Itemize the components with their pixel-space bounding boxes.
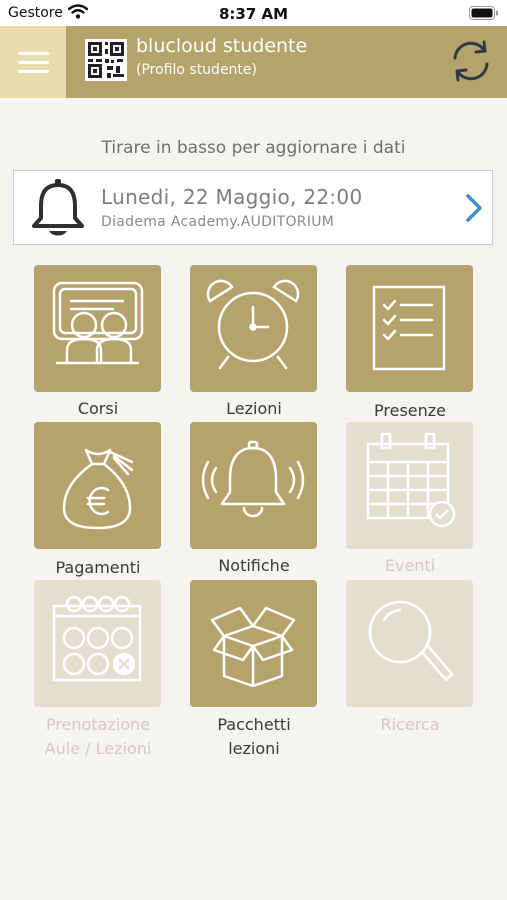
tile-label-pacchetti-line1: Pacchetti [217, 715, 291, 734]
checklist-icon [372, 285, 446, 371]
hamburger-line [18, 70, 49, 73]
tile-label-ricerca: Ricerca [380, 715, 440, 734]
tile-label-lezioni: Lezioni [226, 399, 282, 418]
money-bag-icon [62, 448, 134, 530]
tile-ricerca [346, 580, 473, 707]
battery-icon [469, 6, 498, 20]
status-bar: Gestore 8:37 AM [0, 0, 507, 26]
tile-lezioni[interactable] [190, 265, 317, 392]
tile-presenze[interactable] [346, 265, 473, 392]
app-title: blucloud studente [136, 35, 308, 57]
tile-label-presenze: Presenze [374, 401, 446, 420]
profile-subtitle: (Profilo studente) [136, 62, 257, 78]
chevron-right-icon[interactable] [464, 193, 484, 223]
tile-label-prenotazione: Prenotazione Aule / Lezioni [18, 713, 178, 761]
pull-to-refresh-hint: Tirare in basso per aggiornare i dati [101, 138, 406, 158]
clock: 8:37 AM [218, 5, 289, 23]
hamburger-icon [18, 52, 49, 55]
event-location: Diadema Academy.AUDITORIUM [101, 214, 335, 230]
alarm-clock-icon [206, 279, 300, 370]
tile-notifiche[interactable] [190, 422, 317, 549]
menu-button[interactable] [0, 26, 66, 98]
students-board-icon [52, 281, 144, 365]
app-header: blucloud studente (Profilo studente) [0, 26, 507, 98]
tile-pagamenti[interactable] [34, 422, 161, 549]
calendar-icon [366, 432, 456, 528]
tile-prenotazione [34, 580, 161, 707]
tile-corsi[interactable] [34, 265, 161, 392]
tile-label-notifiche: Notifiche [218, 556, 290, 575]
magnifier-icon [368, 600, 454, 682]
tile-label-corsi: Corsi [77, 399, 119, 418]
tile-label-pacchetti: Pacchetti lezioni [174, 713, 334, 761]
tile-eventi [346, 422, 473, 549]
hamburger-line [18, 61, 49, 64]
tile-label-prenotazione-line1: Prenotazione [45, 715, 151, 734]
tile-label-pacchetti-line2: lezioni [228, 739, 280, 758]
next-event-card[interactable]: Lunedi, 22 Maggio, 22:00 Diadema Academy… [13, 170, 493, 245]
event-date: Lunedi, 22 Maggio, 22:00 [101, 185, 363, 209]
tile-label-pagamenti: Pagamenti [55, 558, 141, 577]
booking-calendar-icon [52, 595, 142, 682]
bell-icon [32, 179, 84, 236]
tile-label-prenotazione-line2: Aule / Lezioni [44, 739, 152, 758]
refresh-icon[interactable] [448, 38, 494, 84]
tile-pacchetti[interactable] [190, 580, 317, 707]
qr-code-icon[interactable] [85, 39, 127, 81]
tile-label-eventi: Eventi [384, 556, 436, 575]
open-box-icon [210, 606, 296, 688]
ringing-bell-icon [201, 440, 305, 518]
